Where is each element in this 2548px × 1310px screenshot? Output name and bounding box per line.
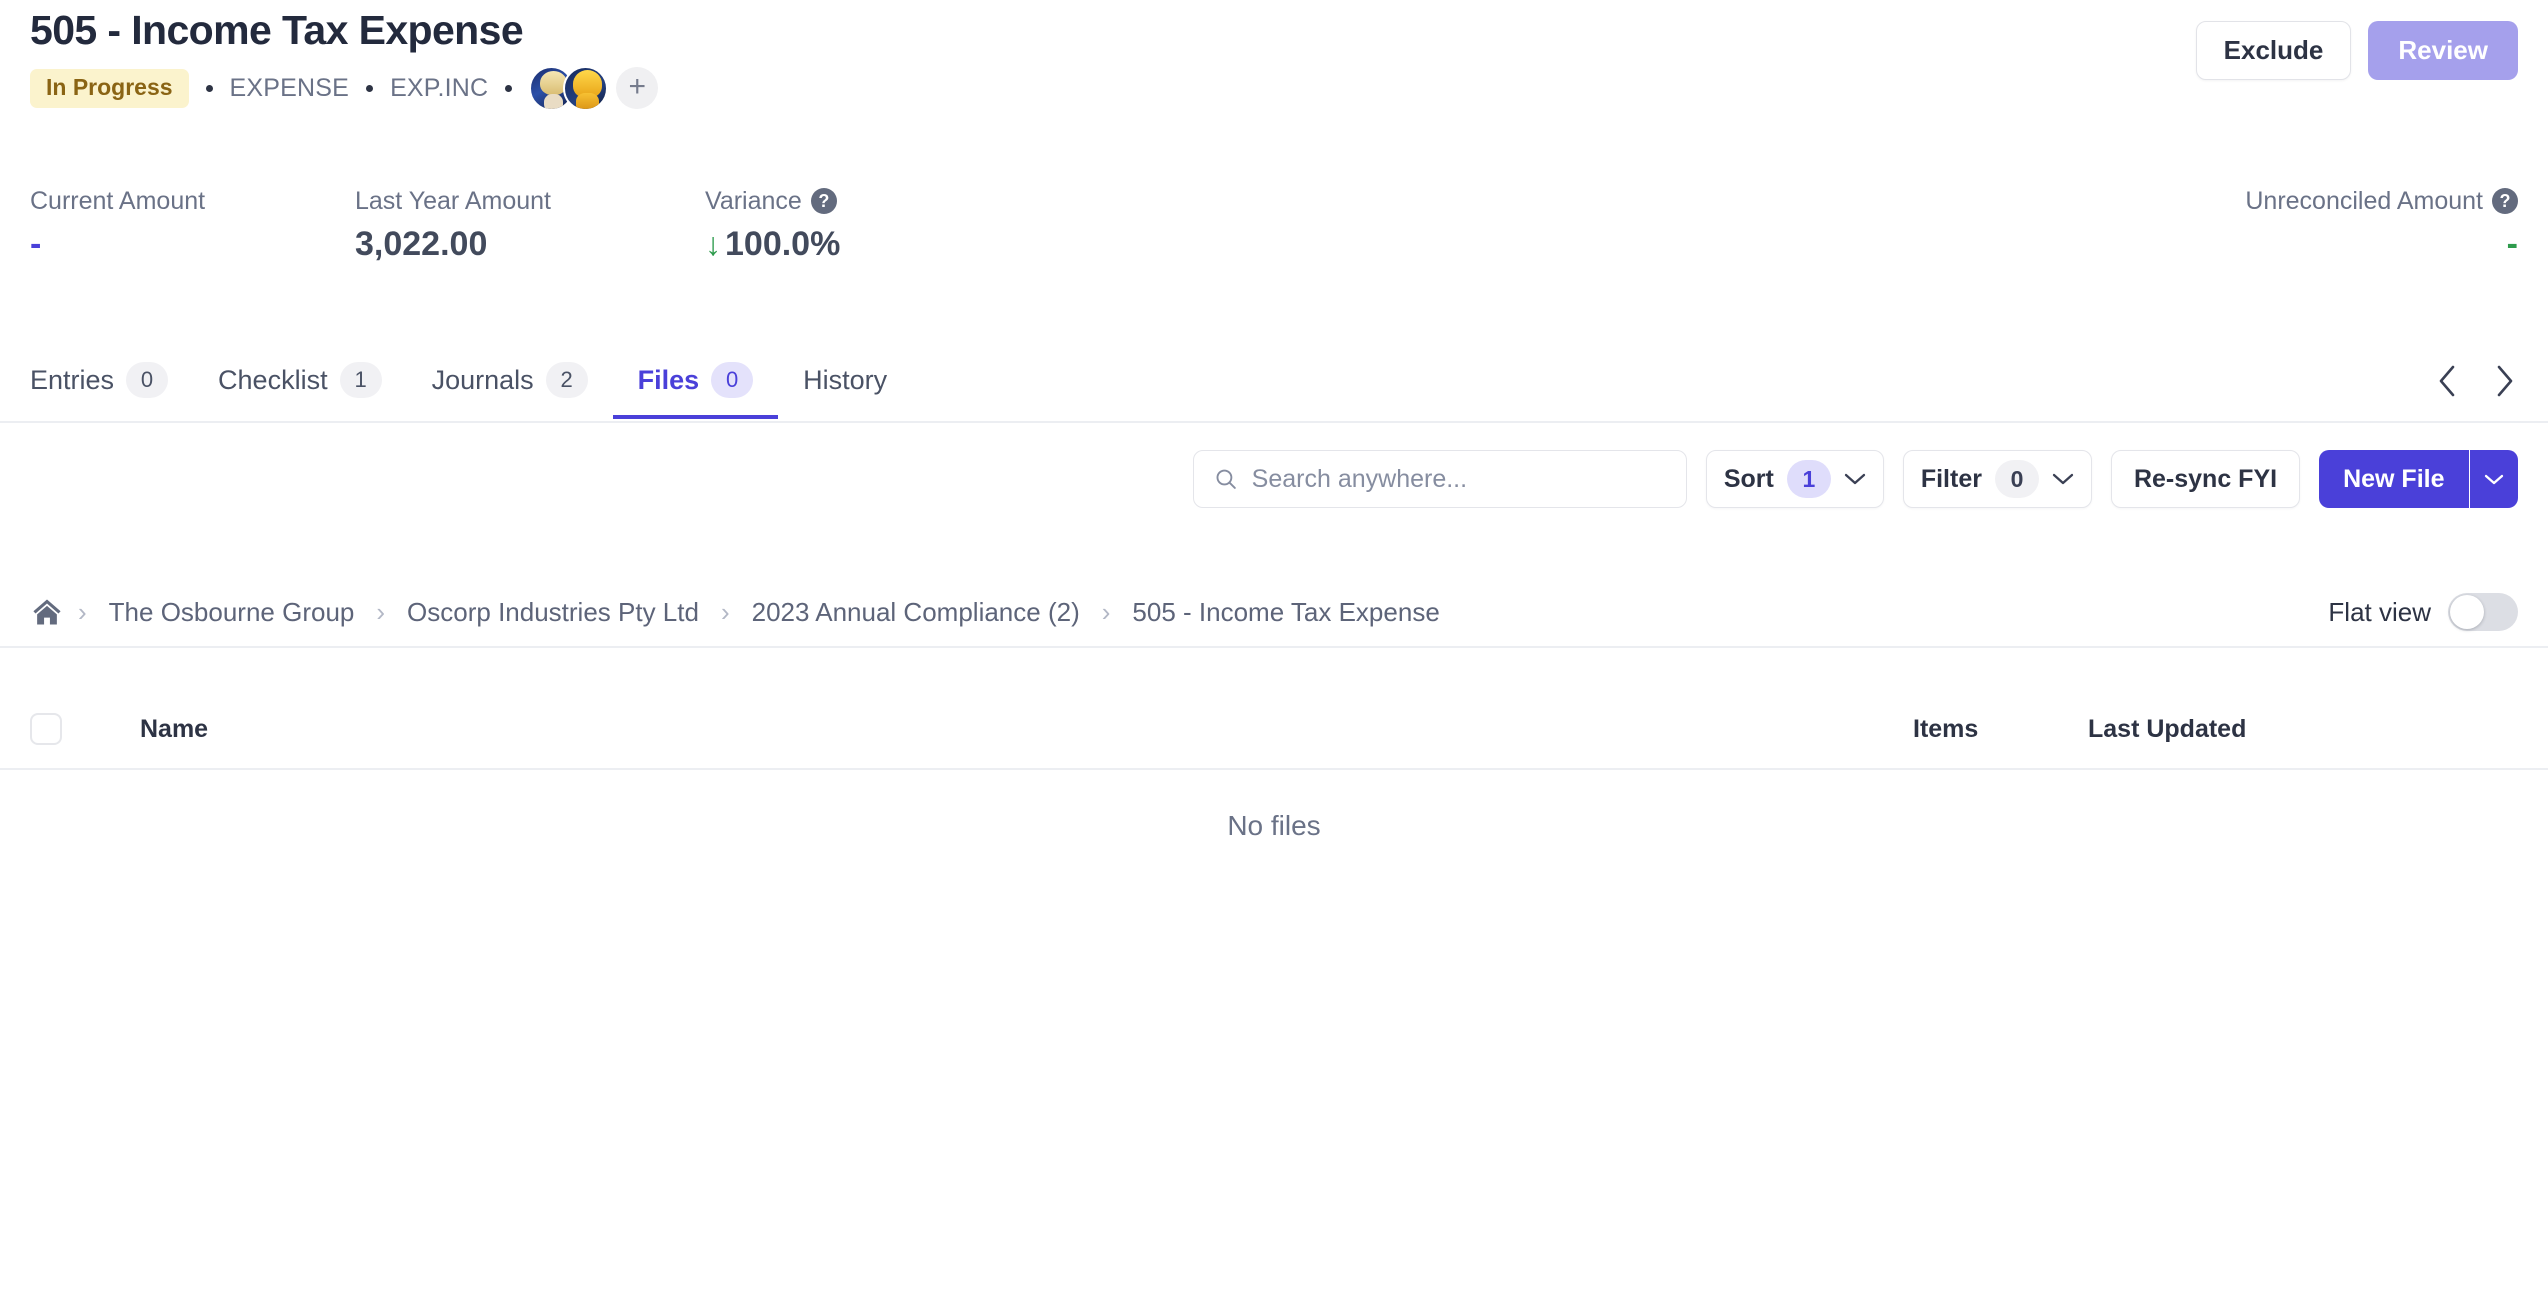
column-header-name: Name <box>140 714 209 743</box>
arrow-down-icon: ↓ <box>705 226 721 263</box>
tab-count: 2 <box>545 362 588 398</box>
breadcrumb-item-job[interactable]: 2023 Annual Compliance (2) <box>730 597 1102 628</box>
assignee-avatars: + <box>529 65 659 111</box>
tab-files[interactable]: Files 0 <box>612 345 779 419</box>
metric-label: Variance ? <box>705 185 2245 217</box>
breadcrumb-separator: › <box>376 596 386 627</box>
tab-label: Entries <box>30 364 115 395</box>
filter-label: Filter <box>1920 464 1982 493</box>
breadcrumb-item-current[interactable]: 505 - Income Tax Expense <box>1110 597 1461 628</box>
metric-variance: Variance ? ↓ 100.0% <box>705 185 2245 266</box>
flat-view-label: Flat view <box>2328 596 2431 627</box>
breadcrumb-separator: › <box>1101 596 1111 627</box>
tab-label: Files <box>637 364 700 395</box>
meta-row: In Progress EXPENSE EXP.INC + <box>30 65 659 111</box>
tab-label: Checklist <box>218 364 328 395</box>
files-page: 505 - Income Tax Expense In Progress EXP… <box>0 0 2548 1310</box>
metric-label-text: Variance <box>705 186 802 215</box>
flat-view-toggle[interactable] <box>2448 593 2518 631</box>
breadcrumb-bar: › The Osbourne Group › Oscorp Industries… <box>0 578 2548 648</box>
tab-entries[interactable]: Entries 0 <box>30 345 193 419</box>
empty-state-message: No files <box>1227 810 1321 841</box>
breadcrumb-home-button[interactable] <box>30 596 78 628</box>
chevron-down-icon <box>2484 474 2504 484</box>
sort-count: 1 <box>1786 460 1831 498</box>
select-all-cell <box>30 713 140 745</box>
add-assignee-button[interactable]: + <box>616 67 659 110</box>
filter-count: 0 <box>1994 460 2039 498</box>
search-input[interactable] <box>1251 464 1666 494</box>
help-icon[interactable]: ? <box>2492 188 2518 214</box>
tabs-bar: Entries 0 Checklist 1 Journals 2 Files 0… <box>0 345 2548 423</box>
new-file-split-button: New File <box>2319 450 2518 508</box>
sort-button[interactable]: Sort 1 <box>1705 450 1884 508</box>
header-actions: Exclude Review <box>2195 8 2518 80</box>
metric-label: Unreconciled Amount ? <box>2245 185 2518 217</box>
metric-unreconciled-amount: Unreconciled Amount ? - <box>2245 185 2518 266</box>
tab-checklist[interactable]: Checklist 1 <box>193 345 407 419</box>
flat-view-control: Flat view <box>2328 593 2518 631</box>
separator-dot-icon <box>366 84 374 92</box>
exclude-button[interactable]: Exclude <box>2195 21 2352 80</box>
chevron-down-icon <box>2052 473 2074 485</box>
metric-value-text: 100.0% <box>725 225 841 263</box>
toggle-knob <box>2450 595 2484 629</box>
files-table-header: Name Items Last Updated <box>0 690 2548 770</box>
home-icon <box>33 599 61 625</box>
chevron-right-icon[interactable] <box>2492 361 2518 401</box>
select-all-checkbox[interactable] <box>30 713 62 745</box>
metric-label: Current Amount <box>30 186 206 215</box>
files-toolbar: Sort 1 Filter 0 Re-sync FYI New File <box>0 450 2548 508</box>
tabs: Entries 0 Checklist 1 Journals 2 Files 0… <box>30 345 912 421</box>
tab-label: Journals <box>431 364 534 395</box>
avatar[interactable] <box>563 65 609 111</box>
page-title: 505 - Income Tax Expense <box>30 7 524 53</box>
status-badge: In Progress <box>30 68 189 108</box>
breadcrumb-item-client[interactable]: Oscorp Industries Pty Ltd <box>385 597 721 628</box>
chevron-left-icon[interactable] <box>2434 361 2460 401</box>
new-file-dropdown-button[interactable] <box>2470 450 2518 508</box>
new-file-button[interactable]: New File <box>2319 450 2469 508</box>
metric-last-year-amount: Last Year Amount 3,022.00 <box>355 185 705 266</box>
breadcrumb: › The Osbourne Group › Oscorp Industries… <box>30 596 1462 628</box>
filter-button[interactable]: Filter 0 <box>1902 450 2092 508</box>
chevron-down-icon <box>1844 473 1865 485</box>
meta-account-type: EXPENSE <box>229 73 350 102</box>
metric-label: Last Year Amount <box>355 186 551 215</box>
metric-value: - <box>30 225 42 263</box>
title-row: 505 - Income Tax Expense In Progress EXP… <box>30 0 2518 111</box>
tab-label: History <box>803 364 888 395</box>
search-icon <box>1216 469 1236 489</box>
tab-history[interactable]: History <box>778 345 912 419</box>
split-divider <box>2468 450 2470 508</box>
separator-dot-icon <box>505 84 513 92</box>
metric-value: ↓ 100.0% <box>705 223 2245 266</box>
breadcrumb-separator: › <box>720 596 730 627</box>
resync-fyi-button[interactable]: Re-sync FYI <box>2110 450 2301 508</box>
metric-current-amount: Current Amount - <box>30 185 355 266</box>
column-header-last-updated: Last Updated <box>2088 714 2247 743</box>
tab-nav <box>2434 345 2518 401</box>
tab-count: 0 <box>126 362 169 398</box>
meta-account-code: EXP.INC <box>390 73 489 102</box>
tab-count: 0 <box>711 362 754 398</box>
metric-label-text: Unreconciled Amount <box>2245 186 2483 215</box>
help-icon[interactable]: ? <box>810 188 837 214</box>
tab-journals[interactable]: Journals 2 <box>407 345 613 419</box>
title-block: 505 - Income Tax Expense In Progress EXP… <box>30 7 659 111</box>
separator-dot-icon <box>205 84 213 92</box>
column-header-items: Items <box>1913 714 1979 743</box>
page-header: 505 - Income Tax Expense In Progress EXP… <box>0 0 2548 111</box>
search-box[interactable] <box>1192 450 1687 508</box>
metrics-row: Current Amount - Last Year Amount 3,022.… <box>0 185 2548 266</box>
metric-value: - <box>2506 225 2518 263</box>
tab-count: 1 <box>339 362 382 398</box>
breadcrumb-item-org[interactable]: The Osbourne Group <box>87 597 377 628</box>
sort-label: Sort <box>1723 464 1774 493</box>
review-button[interactable]: Review <box>2368 21 2518 80</box>
breadcrumb-separator: › <box>78 596 87 627</box>
metric-value: 3,022.00 <box>355 225 488 263</box>
